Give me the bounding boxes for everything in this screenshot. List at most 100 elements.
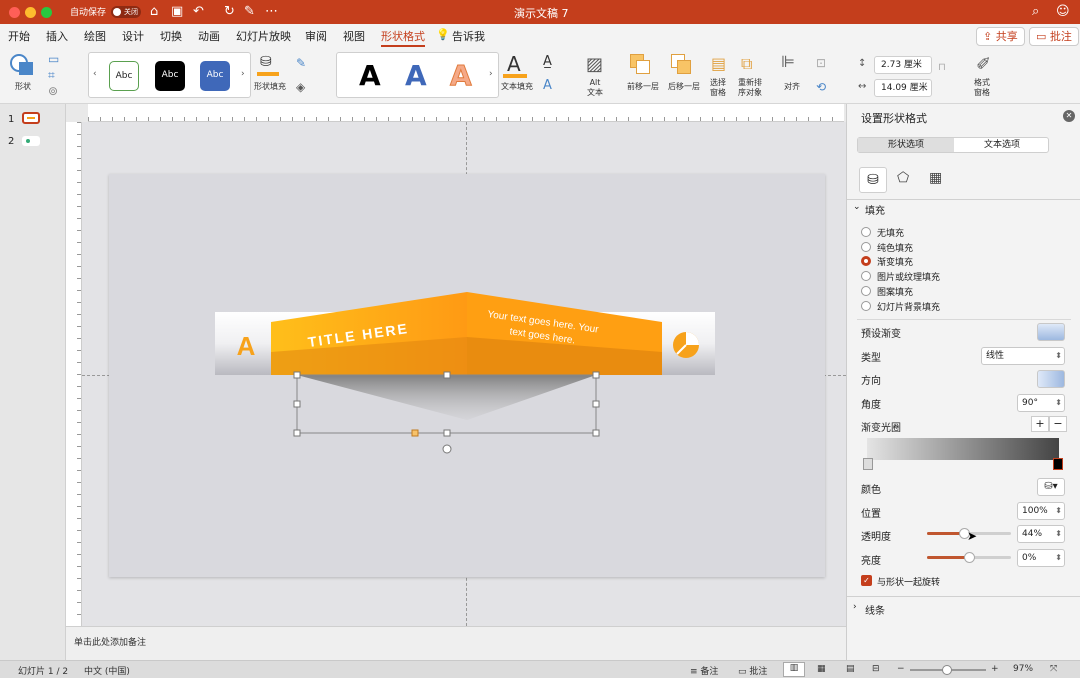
zoom-slider[interactable]	[910, 665, 986, 675]
tab-review[interactable]: 审阅	[305, 28, 327, 44]
gradient-bar[interactable]	[867, 438, 1059, 460]
redo-icon[interactable]: ↻	[224, 4, 235, 20]
radio-solid-fill[interactable]	[861, 242, 871, 252]
gallery-next-icon[interactable]: ›	[241, 69, 245, 79]
home-icon[interactable]: ⌂	[150, 4, 158, 20]
brightness-knob[interactable]	[964, 552, 975, 563]
reorder-icon[interactable]: ⧉	[741, 54, 752, 74]
tab-shape-format[interactable]: 形状格式	[381, 28, 425, 47]
tell-me[interactable]: 告诉我	[452, 28, 485, 44]
wordart-orange[interactable]: A	[450, 59, 473, 93]
lock-ratio-icon[interactable]: ⊓	[938, 62, 946, 73]
alt-text-icon[interactable]: ▨	[586, 54, 603, 75]
height-input[interactable]: 2.73 厘米	[874, 56, 932, 74]
width-input[interactable]: 14.09 厘米	[874, 79, 932, 97]
wordart-black[interactable]: A	[359, 59, 381, 93]
gallery-prev-icon[interactable]: ‹	[93, 69, 97, 79]
search-icon[interactable]: ⌕	[1032, 4, 1039, 20]
zoom-in-icon[interactable]: +	[991, 664, 999, 674]
add-stop-button[interactable]: +	[1031, 416, 1049, 432]
radio-no-fill[interactable]	[861, 227, 871, 237]
fill-section-title[interactable]: 填充	[865, 202, 885, 217]
position-input[interactable]: 100%	[1017, 502, 1065, 520]
wordart-next-icon[interactable]: ›	[489, 69, 493, 79]
fill-line-icon[interactable]: ⛁	[859, 167, 887, 193]
slideshow-icon[interactable]: ⊟	[872, 664, 880, 674]
line-expand-icon[interactable]: ›	[853, 602, 857, 612]
radio-gradient-fill[interactable]	[861, 256, 871, 266]
tab-design[interactable]: 设计	[122, 28, 144, 44]
shape-outline-icon[interactable]: ✎	[296, 56, 306, 70]
line-section-title[interactable]: 线条	[865, 602, 885, 617]
effects-icon[interactable]: ⬠	[897, 170, 909, 186]
size-properties-icon[interactable]: ▦	[929, 170, 942, 186]
align-icon[interactable]: ⊫	[781, 52, 795, 71]
comments-button[interactable]: ▭ 批注	[1029, 27, 1079, 46]
fit-slide-icon[interactable]: ⤧	[1050, 664, 1057, 674]
bring-forward-icon[interactable]	[630, 54, 652, 74]
more-icon[interactable]: ⋯	[265, 4, 278, 20]
slide-thumbnail-2[interactable]	[22, 136, 40, 146]
edit-icon[interactable]: ✎	[244, 4, 255, 20]
gradient-stop-1[interactable]	[863, 458, 873, 470]
save-icon[interactable]: ▣	[171, 4, 183, 20]
tab-insert[interactable]: 插入	[46, 28, 68, 44]
zoom-level[interactable]: 97%	[1013, 664, 1033, 674]
rotate-with-shape-checkbox[interactable]: ✓	[861, 575, 872, 586]
zoom-window-button[interactable]	[41, 7, 52, 18]
shapes-icon[interactable]	[10, 54, 36, 76]
user-icon[interactable]: ☺	[1056, 4, 1070, 20]
undo-icon[interactable]: ↶	[193, 4, 204, 20]
alt-text-label[interactable]: Alt 文本	[587, 78, 603, 98]
format-pane-icon[interactable]: ✐	[976, 54, 991, 75]
zoom-out-icon[interactable]: −	[897, 664, 905, 674]
slide-thumbnail-1[interactable]	[22, 112, 40, 124]
text-outline-icon[interactable]: A̲	[543, 54, 552, 69]
style-sample-black[interactable]: Abc	[155, 61, 185, 91]
slide-artwork[interactable]: A TITLE HERE Your text goes here. Your t…	[82, 122, 846, 626]
remove-stop-button[interactable]: −	[1049, 416, 1067, 432]
text-effects-icon[interactable]: A	[543, 78, 552, 93]
textbox-icon[interactable]: ⌗	[48, 68, 55, 83]
notes-pane[interactable]: 单击此处添加备注	[66, 626, 846, 660]
radio-picture-fill[interactable]	[861, 271, 871, 281]
shape-effects-icon[interactable]: ◈	[296, 80, 305, 94]
tab-text-options[interactable]: 文本选项	[954, 138, 1050, 152]
share-button[interactable]: ⇪ 共享	[976, 27, 1025, 46]
normal-view-icon[interactable]: ▥	[783, 662, 805, 677]
wordart-blue[interactable]: A	[405, 59, 427, 93]
language-indicator[interactable]: 中文 (中国)	[84, 664, 130, 677]
style-sample-blue[interactable]: Abc	[200, 61, 230, 91]
merge-shapes-icon[interactable]: ⊚	[48, 84, 58, 98]
zoom-knob[interactable]	[942, 665, 952, 675]
selected-gradient-shape[interactable]	[297, 375, 596, 420]
gradient-stop-2[interactable]	[1053, 458, 1063, 470]
tab-animations[interactable]: 动画	[198, 28, 220, 44]
slide-sorter-icon[interactable]: ▦	[817, 664, 826, 674]
angle-input[interactable]: 90°	[1017, 394, 1065, 412]
brightness-input[interactable]: 0%	[1017, 549, 1065, 567]
group-icon[interactable]: ⊡	[816, 56, 826, 70]
brightness-slider[interactable]	[927, 552, 1011, 563]
autosave-toggle[interactable]: 关闭	[111, 6, 141, 18]
radio-pattern-fill[interactable]	[861, 286, 871, 296]
rotate-icon[interactable]: ⟲	[816, 80, 826, 94]
color-picker-icon[interactable]: ⛁▾	[1037, 478, 1065, 496]
tab-draw[interactable]: 绘图	[84, 28, 106, 44]
direction-dropdown[interactable]	[1037, 370, 1065, 388]
minimize-window-button[interactable]	[25, 7, 36, 18]
transparency-input[interactable]: 44%	[1017, 525, 1065, 543]
tab-slideshow[interactable]: 幻灯片放映	[236, 28, 291, 44]
fill-expand-icon[interactable]: ⌄	[853, 202, 861, 212]
wordart-gallery[interactable]: A A A ›	[336, 52, 499, 98]
rotate-handle[interactable]	[442, 444, 452, 454]
shape-fill-icon[interactable]: ⛁	[257, 54, 279, 78]
close-panel-icon[interactable]: ✕	[1063, 110, 1075, 122]
shape-styles-gallery[interactable]: ‹ Abc Abc Abc ›	[88, 52, 251, 98]
style-sample-outline[interactable]: Abc	[109, 61, 139, 91]
close-window-button[interactable]	[9, 7, 20, 18]
notes-button[interactable]: ≡ 备注	[690, 664, 718, 677]
radio-slide-bg-fill[interactable]	[861, 301, 871, 311]
comments-status-button[interactable]: ▭ 批注	[738, 664, 767, 677]
tab-transitions[interactable]: 切换	[160, 28, 182, 44]
